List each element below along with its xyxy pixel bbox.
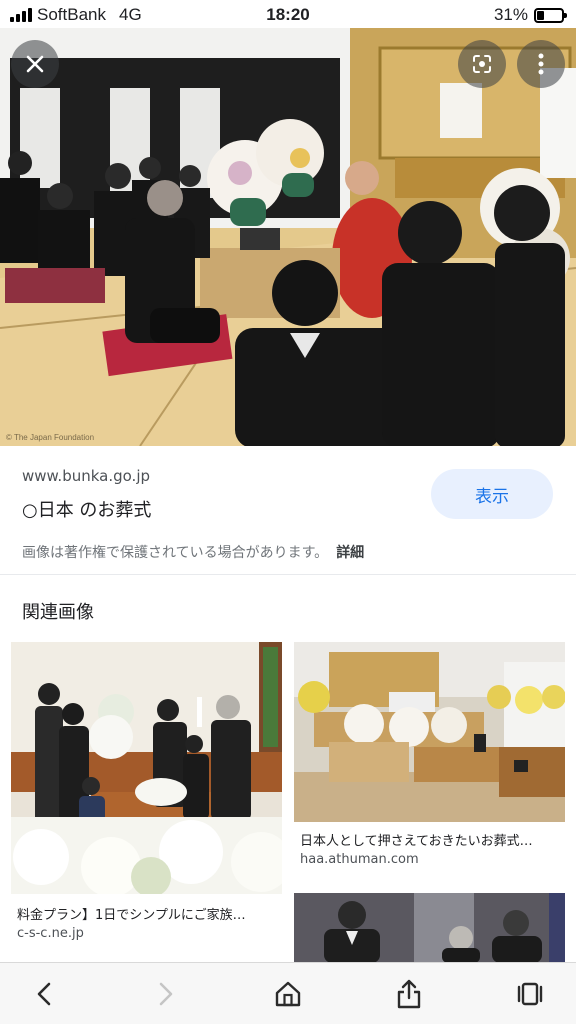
google-lens-icon — [473, 55, 491, 73]
image-viewer-page: SoftBank 4G 18:20 31% © The Japan Founda… — [0, 0, 576, 1024]
forward-button[interactable] — [148, 977, 184, 1011]
tabs-icon — [517, 982, 543, 1006]
browser-toolbar — [0, 962, 576, 1024]
battery-percent: 31% — [493, 5, 528, 24]
share-icon — [397, 979, 421, 1009]
related-image-3[interactable] — [294, 893, 565, 963]
clock: 18:20 — [266, 5, 310, 24]
related-caption-2[interactable]: 日本人として押さえておきたいお葬式… — [300, 830, 562, 849]
close-icon — [26, 55, 44, 73]
google-lens-button[interactable] — [458, 40, 506, 88]
source-domain[interactable]: www.bunka.go.jp — [22, 467, 150, 485]
home-button[interactable] — [270, 977, 306, 1011]
chevron-left-icon — [37, 982, 51, 1006]
tabs-button[interactable] — [512, 977, 548, 1011]
more-options-button[interactable] — [517, 40, 565, 88]
source-title[interactable]: ○日本 のお葬式 — [22, 496, 151, 522]
related-photo-1 — [11, 642, 282, 894]
related-photo-3 — [294, 893, 565, 963]
related-image-1[interactable] — [11, 642, 282, 894]
copyright-notice: 画像は著作権で保護されている場合があります。 詳細 — [22, 542, 364, 562]
chevron-right-icon — [159, 982, 173, 1006]
section-divider — [0, 574, 576, 575]
status-bar: SoftBank 4G 18:20 31% — [0, 0, 576, 30]
related-caption-1[interactable]: 料金プラン】1日でシンプルにご家族… — [17, 904, 279, 923]
share-button[interactable] — [391, 977, 427, 1011]
home-icon — [275, 981, 301, 1007]
back-button[interactable] — [26, 977, 62, 1011]
related-image-2[interactable] — [294, 642, 565, 822]
copyright-text: 画像は著作権で保護されている場合があります。 — [22, 545, 329, 561]
main-image[interactable]: © The Japan Foundation — [0, 28, 576, 446]
more-vertical-icon — [538, 53, 544, 75]
related-photo-2 — [294, 642, 565, 822]
related-source-2[interactable]: haa.athuman.com — [300, 852, 419, 867]
view-button[interactable]: 表示 — [431, 469, 553, 519]
related-images-heading: 関連画像 — [22, 602, 94, 623]
details-link[interactable]: 詳細 — [336, 545, 364, 561]
battery-icon — [534, 7, 567, 23]
image-watermark: © The Japan Foundation — [6, 433, 94, 442]
related-source-1[interactable]: c-s-c.ne.jp — [17, 926, 84, 941]
funeral-ceremony-photo: © The Japan Foundation — [0, 28, 576, 446]
close-button[interactable] — [11, 40, 59, 88]
